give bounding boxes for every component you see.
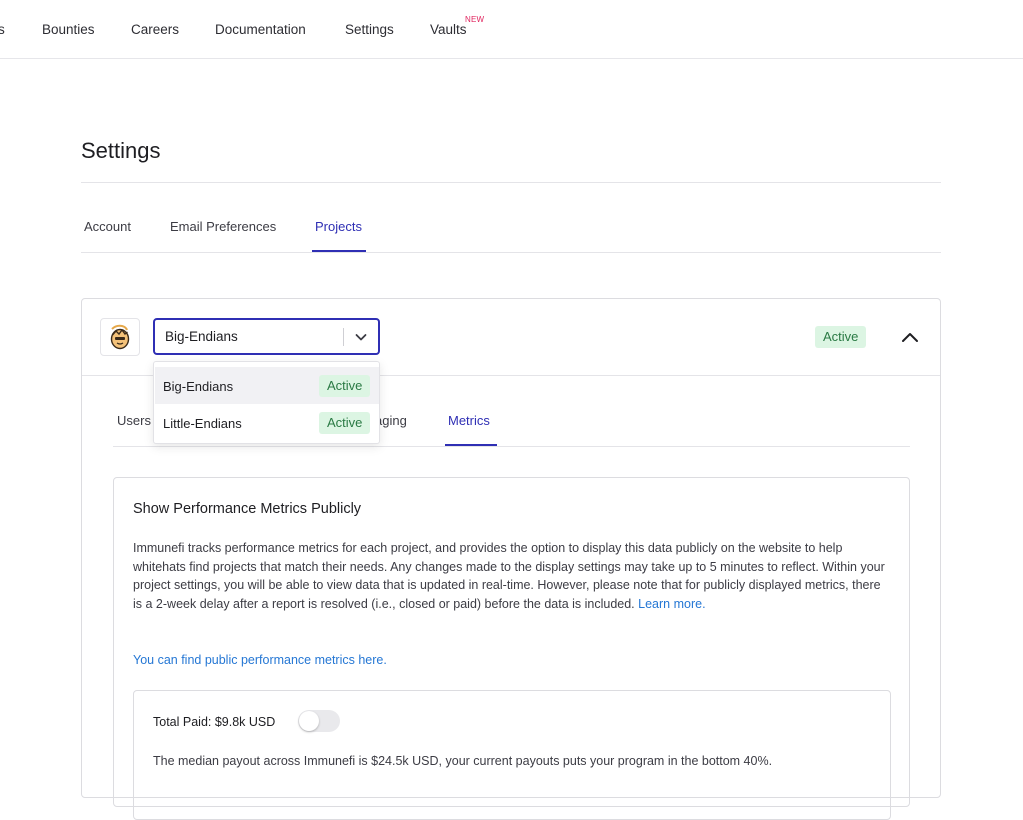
status-badge: Active: [815, 326, 867, 348]
metrics-title: Show Performance Metrics Publicly: [133, 501, 362, 517]
total-paid-toggle[interactable]: [298, 710, 340, 732]
tab-metrics[interactable]: Metrics: [448, 413, 490, 428]
new-badge: NEW: [465, 15, 485, 24]
project-select[interactable]: Big-Endians: [153, 318, 380, 355]
median-payout-text: The median payout across Immunefi is $24…: [153, 754, 773, 768]
metrics-description: Immunefi tracks performance metrics for …: [133, 539, 893, 613]
metrics-panel: Show Performance Metrics Publicly Immune…: [113, 477, 910, 820]
tab-account[interactable]: Account: [84, 219, 131, 234]
chevron-up-icon[interactable]: [898, 327, 922, 347]
nav-item-bounties[interactable]: Bounties: [42, 22, 95, 37]
top-nav: s Bounties Careers Documentation Setting…: [0, 0, 1023, 59]
option-label: Big-Endians: [163, 379, 234, 394]
metrics-description-text: Immunefi tracks performance metrics for …: [133, 541, 885, 611]
option-label: Little-Endians: [163, 416, 242, 431]
nav-item-vaults[interactable]: Vaults: [430, 22, 467, 37]
project-logo: [100, 318, 140, 356]
dropdown-option-little-endians[interactable]: Little-Endians Active: [155, 404, 379, 441]
title-divider: [81, 182, 941, 183]
nav-item-settings[interactable]: Settings: [345, 22, 394, 37]
project-select-value: Big-Endians: [165, 329, 238, 344]
public-metrics-link[interactable]: You can find public performance metrics …: [133, 653, 387, 667]
total-paid-box: Total Paid: $9.8k USD The median payout …: [133, 690, 891, 820]
nav-item-truncated[interactable]: s: [0, 22, 5, 37]
nav-item-careers[interactable]: Careers: [131, 22, 179, 37]
learn-more-link[interactable]: Learn more.: [638, 597, 705, 611]
egg-logo-icon: [110, 324, 130, 350]
dropdown-option-big-endians[interactable]: Big-Endians Active: [155, 367, 379, 404]
tabs-divider: [81, 252, 941, 253]
option-status-badge: Active: [319, 412, 371, 434]
tab-projects[interactable]: Projects: [315, 219, 362, 234]
select-separator: [343, 328, 344, 346]
tab-email-preferences[interactable]: Email Preferences: [170, 219, 276, 234]
page-title: Settings: [81, 138, 161, 163]
toggle-knob: [299, 711, 319, 731]
inner-tabs-divider: [113, 446, 910, 447]
tab-users[interactable]: Users: [117, 413, 151, 428]
option-status-badge: Active: [319, 375, 371, 397]
project-dropdown-menu: Big-Endians Active Little-Endians Active: [153, 361, 380, 444]
total-paid-label: Total Paid: $9.8k USD: [153, 715, 276, 729]
nav-item-documentation[interactable]: Documentation: [215, 22, 306, 37]
chevron-down-icon[interactable]: [353, 329, 369, 345]
